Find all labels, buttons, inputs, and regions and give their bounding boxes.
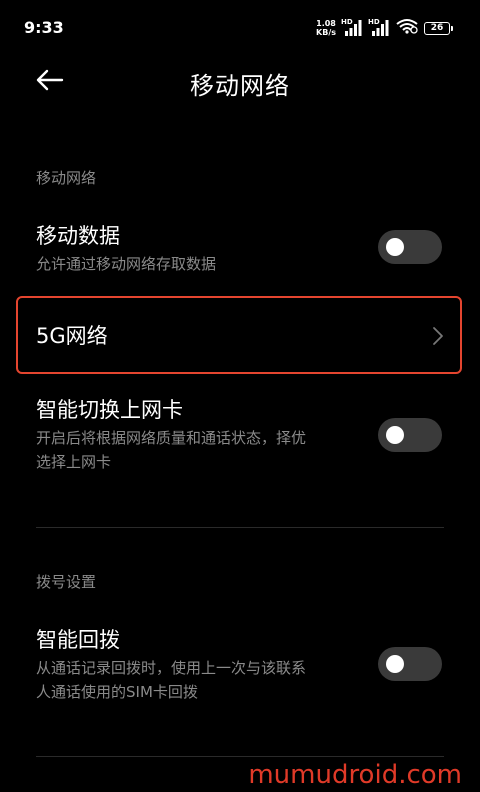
- page-title: 移动网络: [190, 72, 290, 100]
- status-icons: 1.08 KB/s HD HD 26: [316, 16, 453, 40]
- chevron-right-icon: [433, 327, 443, 345]
- 5g-network-title: 5G网络: [36, 324, 108, 348]
- toggle-knob: [386, 655, 404, 673]
- network-speed-value: 1.08: [316, 19, 336, 28]
- smart-switch-sim-title: 智能切换上网卡: [36, 398, 183, 422]
- hd-badge-1: HD: [341, 18, 353, 26]
- section-label-dial-settings: 拨号设置: [36, 573, 97, 591]
- battery-icon: 26: [424, 21, 453, 35]
- mobile-data-toggle[interactable]: [378, 230, 442, 264]
- smart-switch-sim-toggle[interactable]: [378, 418, 442, 452]
- network-speed: 1.08 KB/s: [316, 19, 336, 37]
- watermark: mumudroid.com: [248, 760, 462, 790]
- section-divider: [36, 527, 444, 528]
- 5g-network-row[interactable]: 5G网络: [36, 322, 444, 350]
- smart-switch-sim-subtitle-line2: 选择上网卡: [36, 453, 112, 471]
- smart-callback-subtitle-line2: 人通话使用的SIM卡回拨: [36, 683, 198, 701]
- hd-badge-2: HD: [368, 18, 380, 26]
- section-label-mobile-network: 移动网络: [36, 169, 97, 187]
- battery-level: 26: [430, 23, 444, 33]
- status-bar: 9:33 1.08 KB/s HD HD 26: [0, 0, 480, 56]
- smart-switch-sim-subtitle-line1: 开启后将根据网络质量和通话状态，择优: [36, 429, 307, 447]
- toggle-knob: [386, 238, 404, 256]
- smart-callback-toggle[interactable]: [378, 647, 442, 681]
- signal-icon-sim1: HD: [341, 18, 363, 36]
- status-time: 9:33: [24, 18, 64, 37]
- smart-callback-title: 智能回拨: [36, 628, 120, 652]
- signal-icon-sim2: HD: [368, 18, 390, 36]
- network-speed-unit: KB/s: [316, 28, 336, 37]
- wifi-icon: [395, 18, 419, 38]
- smart-callback-subtitle-line1: 从通话记录回拨时，使用上一次与该联系: [36, 659, 307, 677]
- toggle-knob: [386, 426, 404, 444]
- app-header: 移动网络: [0, 56, 480, 104]
- section-divider: [36, 756, 444, 757]
